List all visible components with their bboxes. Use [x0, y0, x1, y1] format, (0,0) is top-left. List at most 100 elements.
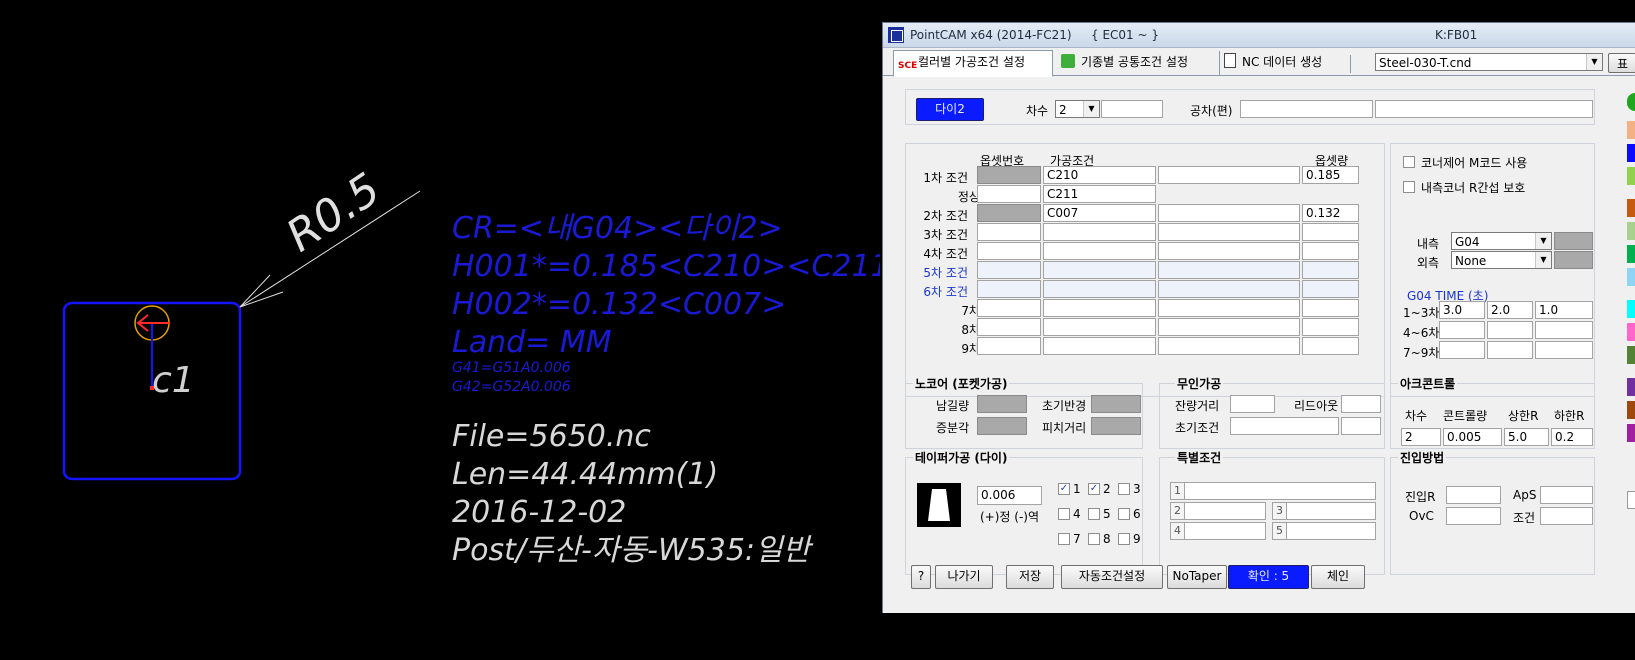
taper-checkbox[interactable] — [1088, 533, 1100, 545]
condition-extra-cell[interactable] — [1158, 280, 1300, 298]
init-radius-field[interactable] — [1091, 395, 1141, 413]
color-swatch[interactable] — [1627, 222, 1635, 240]
condition-extra-cell[interactable] — [1158, 299, 1300, 317]
color-swatch[interactable] — [1627, 300, 1635, 318]
pitch-field[interactable] — [1091, 417, 1141, 435]
approach-r-field[interactable] — [1446, 486, 1501, 504]
taper-checkbox[interactable] — [1058, 508, 1070, 520]
approach-condition-field[interactable] — [1540, 507, 1593, 525]
title-bar[interactable]: PointCAM x64 (2014-FC21) { EC01 ~ } K:FB… — [883, 23, 1635, 48]
condition-extra-cell[interactable] — [1158, 261, 1300, 279]
g04-time-field[interactable] — [1535, 321, 1593, 339]
condition-cell[interactable] — [1043, 318, 1156, 336]
inner-value-field[interactable] — [1554, 232, 1593, 250]
order-combo[interactable]: 2 ▼ — [1055, 100, 1100, 118]
color-swatch[interactable] — [1627, 167, 1635, 185]
color-swatch[interactable] — [1627, 144, 1635, 162]
g04-time-field[interactable] — [1487, 321, 1533, 339]
offset-amount-cell[interactable] — [1302, 299, 1359, 317]
taper-checkbox[interactable] — [1118, 533, 1130, 545]
offset-no-cell[interactable] — [977, 242, 1041, 260]
taper-value-field[interactable]: 0.006 — [977, 486, 1042, 505]
special-condition-field[interactable] — [1184, 502, 1266, 520]
taper-checkbox[interactable]: ✓ — [1058, 483, 1070, 495]
remain-field[interactable] — [1230, 395, 1275, 413]
condition-extra-cell[interactable] — [1158, 223, 1300, 241]
offset-amount-cell[interactable] — [1302, 242, 1359, 260]
offset-no-cell[interactable] — [977, 166, 1041, 184]
special-condition-field[interactable] — [1286, 502, 1376, 520]
condition-cell[interactable] — [1043, 299, 1156, 317]
offset-amount-cell[interactable]: 0.132 — [1302, 204, 1359, 222]
exit-button[interactable]: 나가기 — [935, 565, 993, 589]
tab-nc-data[interactable]: NC 데이터 생성 — [1219, 51, 1350, 75]
color-swatch[interactable] — [1627, 323, 1635, 341]
offset-amount-cell[interactable] — [1302, 337, 1359, 355]
taper-checkbox[interactable]: ✓ — [1088, 483, 1100, 495]
save-button[interactable]: 저장 — [1006, 565, 1054, 589]
arc-order-field[interactable]: 2 — [1401, 428, 1441, 446]
offset-no-cell[interactable] — [977, 261, 1041, 279]
color-swatch[interactable] — [1627, 401, 1635, 419]
color-swatch[interactable] — [1627, 245, 1635, 263]
tolerance-field-1[interactable] — [1240, 100, 1373, 118]
side-button[interactable]: 표 — [1608, 53, 1635, 73]
g04-time-field[interactable]: 1.0 — [1535, 301, 1593, 319]
g04-time-field[interactable] — [1439, 321, 1485, 339]
confirm-button[interactable]: 확인 : 5 — [1228, 565, 1309, 589]
special-condition-field[interactable] — [1184, 522, 1266, 540]
color-swatch[interactable] — [1627, 121, 1635, 139]
help-button[interactable]: ? — [911, 565, 931, 589]
offset-no-cell[interactable] — [977, 223, 1041, 241]
condition-cell[interactable] — [1043, 223, 1156, 241]
condition-cell[interactable] — [1043, 280, 1156, 298]
notaper-button[interactable]: NoTaper — [1167, 565, 1227, 589]
offset-amount-cell[interactable] — [1302, 280, 1359, 298]
taper-checkbox[interactable] — [1088, 508, 1100, 520]
special-condition-field[interactable] — [1286, 522, 1376, 540]
tab-color-conditions[interactable]: SCE컬러별 가공조건 설정 — [893, 50, 1053, 77]
condition-cell[interactable]: C210 — [1043, 166, 1156, 184]
condition-extra-cell[interactable] — [1158, 337, 1300, 355]
special-condition-field[interactable] — [1184, 482, 1376, 500]
color-swatch[interactable] — [1627, 268, 1635, 286]
condition-cell[interactable] — [1043, 242, 1156, 260]
color-swatch[interactable] — [1627, 491, 1635, 509]
taper-checkbox[interactable] — [1058, 533, 1070, 545]
auto-condition-button[interactable]: 자동조건설정 — [1061, 565, 1163, 589]
condition-file-combo[interactable]: Steel-030-T.cnd ▼ — [1375, 53, 1603, 71]
offset-no-cell[interactable] — [977, 337, 1041, 355]
offset-no-cell[interactable] — [977, 318, 1041, 336]
color-swatch[interactable] — [1627, 199, 1635, 217]
tolerance-field-2[interactable] — [1375, 100, 1593, 118]
order-extra-field[interactable] — [1101, 100, 1163, 118]
condition-cell[interactable]: C007 — [1043, 204, 1156, 222]
inner-combo[interactable]: G04 ▼ — [1451, 232, 1552, 250]
arc-lower-field[interactable]: 0.2 — [1551, 428, 1593, 446]
mcode-checkbox[interactable] — [1403, 156, 1415, 168]
initial-condition-field-2[interactable] — [1341, 417, 1381, 435]
color-swatch[interactable] — [1627, 378, 1635, 396]
condition-cell[interactable] — [1043, 337, 1156, 355]
condition-extra-cell[interactable] — [1158, 242, 1300, 260]
tab-machine-conditions[interactable]: 기종별 공통조건 설정 — [1057, 51, 1215, 75]
offset-no-cell[interactable] — [977, 204, 1041, 222]
g04-time-field[interactable] — [1535, 341, 1593, 359]
outer-value-field[interactable] — [1554, 251, 1593, 269]
taper-checkbox[interactable] — [1118, 483, 1130, 495]
inner-r-checkbox[interactable] — [1403, 181, 1415, 193]
chain-button[interactable]: 체인 — [1311, 565, 1365, 589]
g04-time-field[interactable]: 2.0 — [1487, 301, 1533, 319]
increment-field[interactable] — [977, 417, 1027, 435]
cad-canvas[interactable]: R0.5 c1 CR=<내G04><다이2> H001*=0.185<C210>… — [0, 0, 880, 660]
condition-cell[interactable]: C211 — [1043, 185, 1156, 203]
offset-amount-cell[interactable] — [1302, 318, 1359, 336]
aps-field[interactable] — [1540, 486, 1593, 504]
condition-extra-cell[interactable] — [1158, 318, 1300, 336]
condition-extra-cell[interactable] — [1158, 204, 1300, 222]
stock-field[interactable] — [977, 395, 1027, 413]
offset-amount-cell[interactable]: 0.185 — [1302, 166, 1359, 184]
condition-cell[interactable] — [1043, 261, 1156, 279]
offset-amount-cell[interactable] — [1302, 261, 1359, 279]
offset-amount-cell[interactable] — [1302, 223, 1359, 241]
